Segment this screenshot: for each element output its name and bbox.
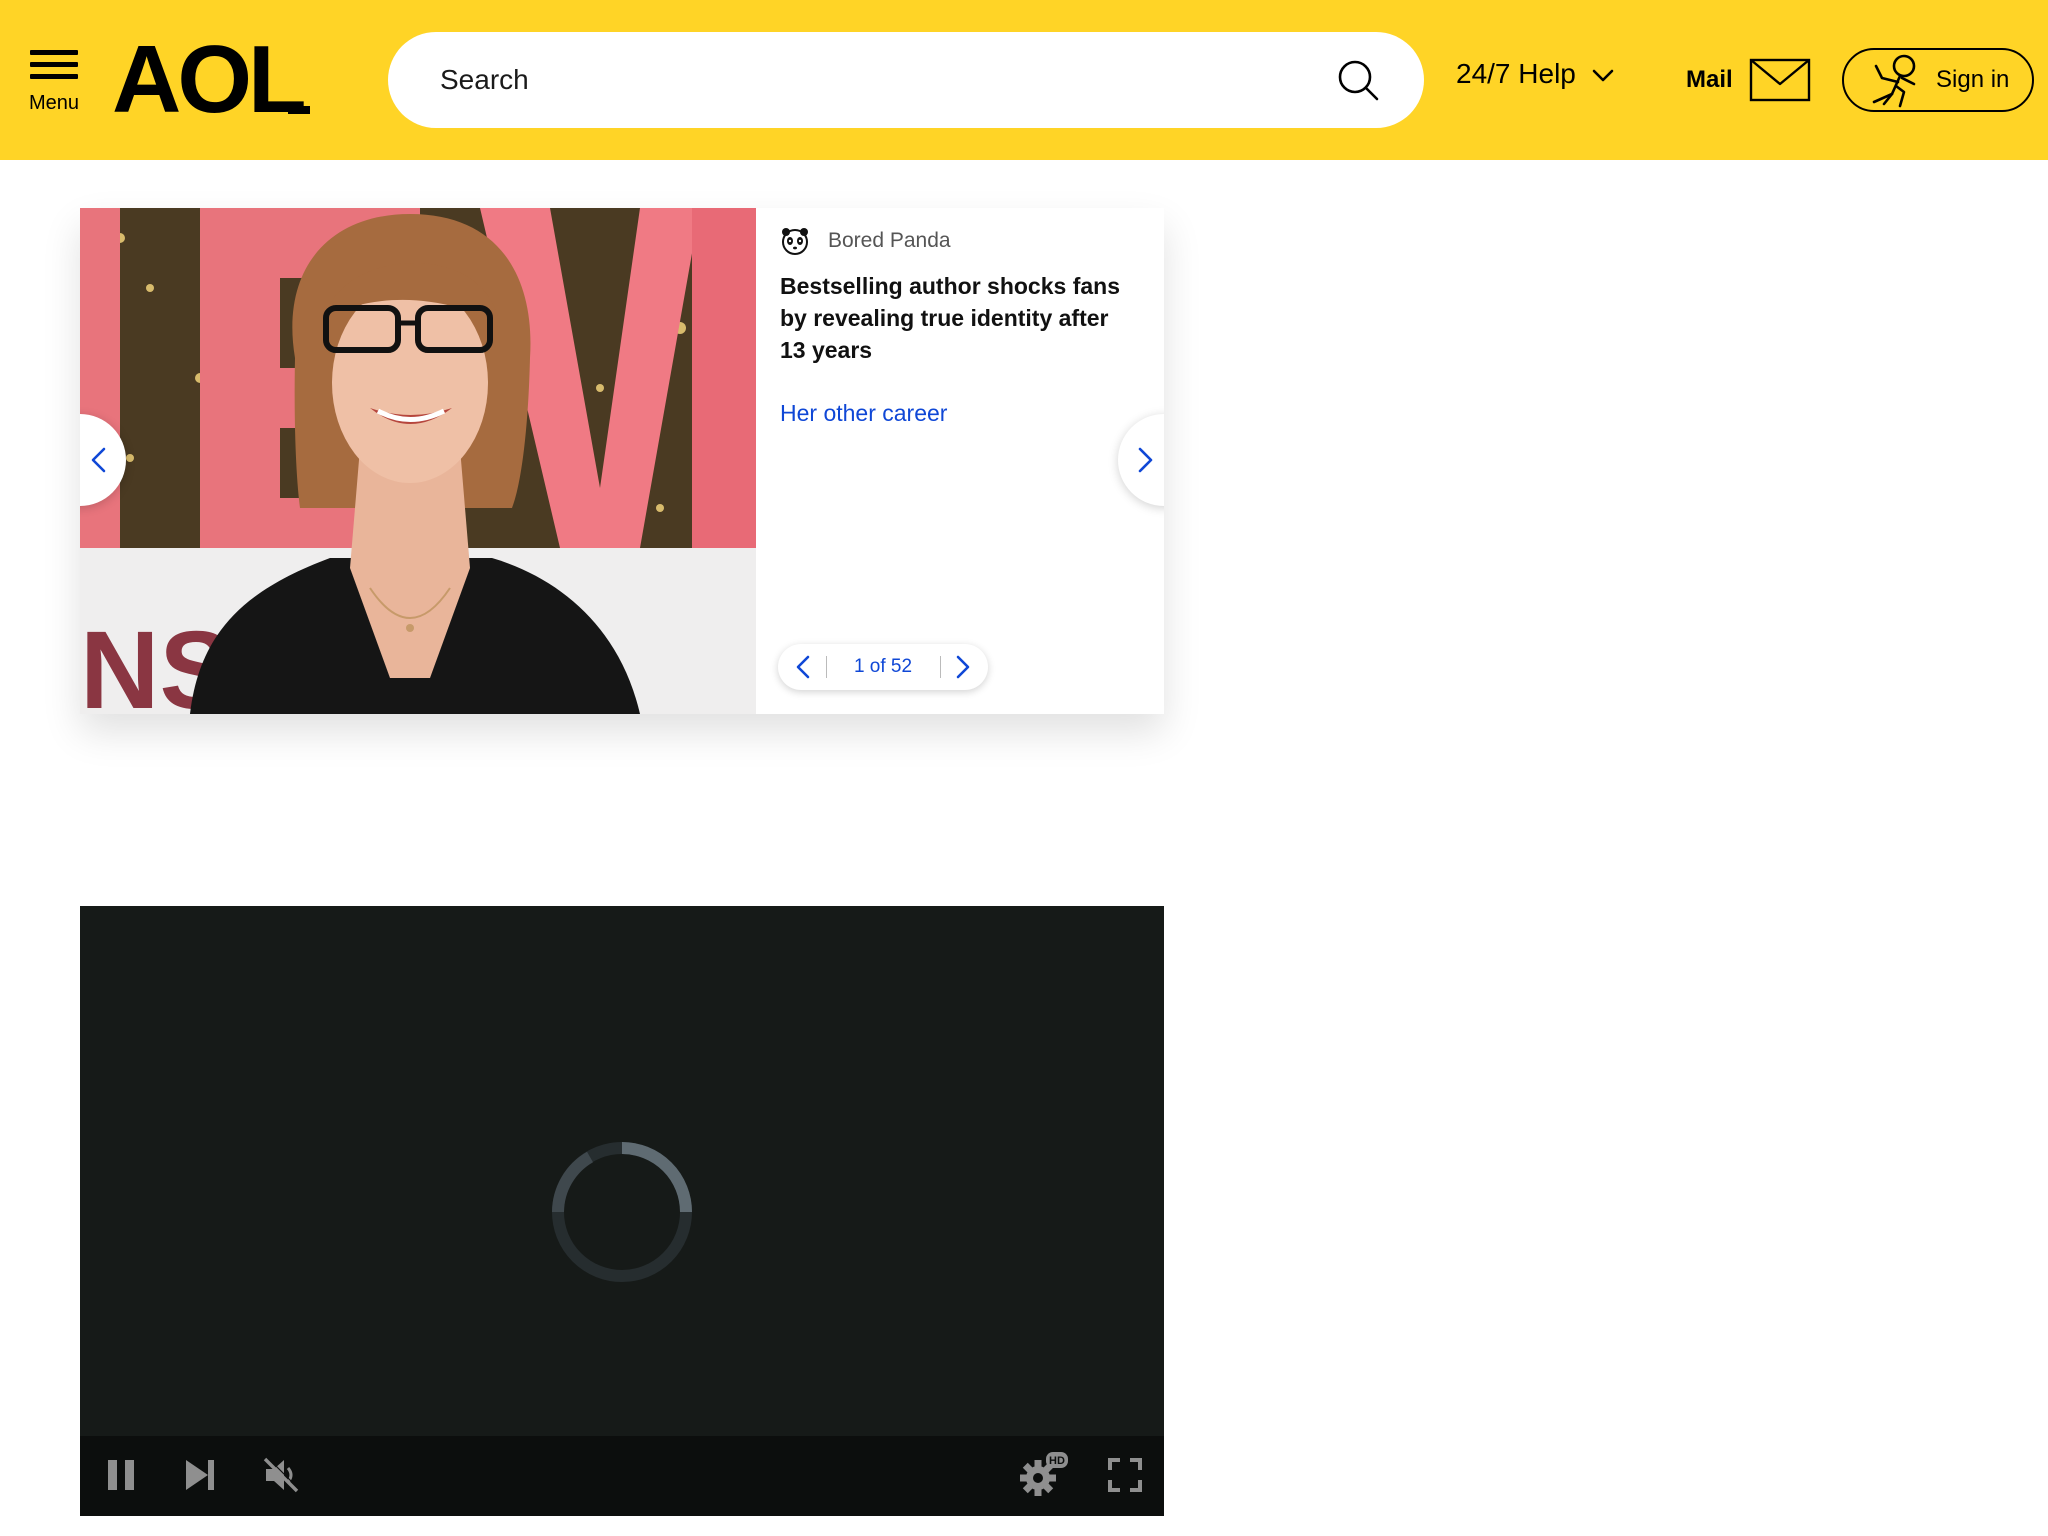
hd-badge: HD	[1049, 1455, 1065, 1467]
pause-icon[interactable]	[106, 1458, 136, 1492]
carousel-next-button[interactable]	[1118, 414, 1164, 506]
loading-spinner-icon	[552, 1142, 692, 1282]
video-player[interactable]: HD	[80, 906, 1164, 1516]
mail-link[interactable]: Mail	[1686, 58, 1811, 102]
video-controls: HD	[80, 1436, 1164, 1516]
help-menu[interactable]: 24/7 Help	[1456, 58, 1614, 90]
mail-icon	[1749, 58, 1810, 102]
menu-label: Menu	[28, 92, 80, 114]
mail-label: Mail	[1686, 66, 1733, 93]
sign-in-button[interactable]: Sign in	[1842, 48, 2034, 112]
chevron-down-icon	[1592, 69, 1614, 82]
logo-text: AOL	[112, 30, 304, 130]
chevron-left-icon	[91, 447, 106, 473]
menu-button[interactable]: Menu	[22, 44, 90, 122]
search-input[interactable]	[438, 52, 1298, 108]
carousel-prev-button[interactable]	[80, 414, 126, 506]
mute-icon[interactable]	[262, 1456, 300, 1494]
search-icon[interactable]	[1336, 58, 1380, 102]
carousel-arrow-layer	[80, 208, 1164, 714]
hamburger-icon	[30, 44, 78, 80]
site-header: Menu AOL 24/7 Help Mail	[0, 0, 2048, 160]
aol-logo[interactable]: AOL	[112, 30, 320, 130]
help-label: 24/7 Help	[1456, 58, 1576, 89]
sign-in-label: Sign in	[1936, 66, 2010, 93]
chevron-right-icon	[1138, 447, 1153, 473]
search-box	[388, 32, 1424, 128]
next-icon[interactable]	[184, 1458, 216, 1492]
settings-gear-icon[interactable]: HD	[1018, 1450, 1070, 1498]
user-waving-icon	[1872, 54, 1916, 108]
fullscreen-icon[interactable]	[1108, 1458, 1142, 1492]
